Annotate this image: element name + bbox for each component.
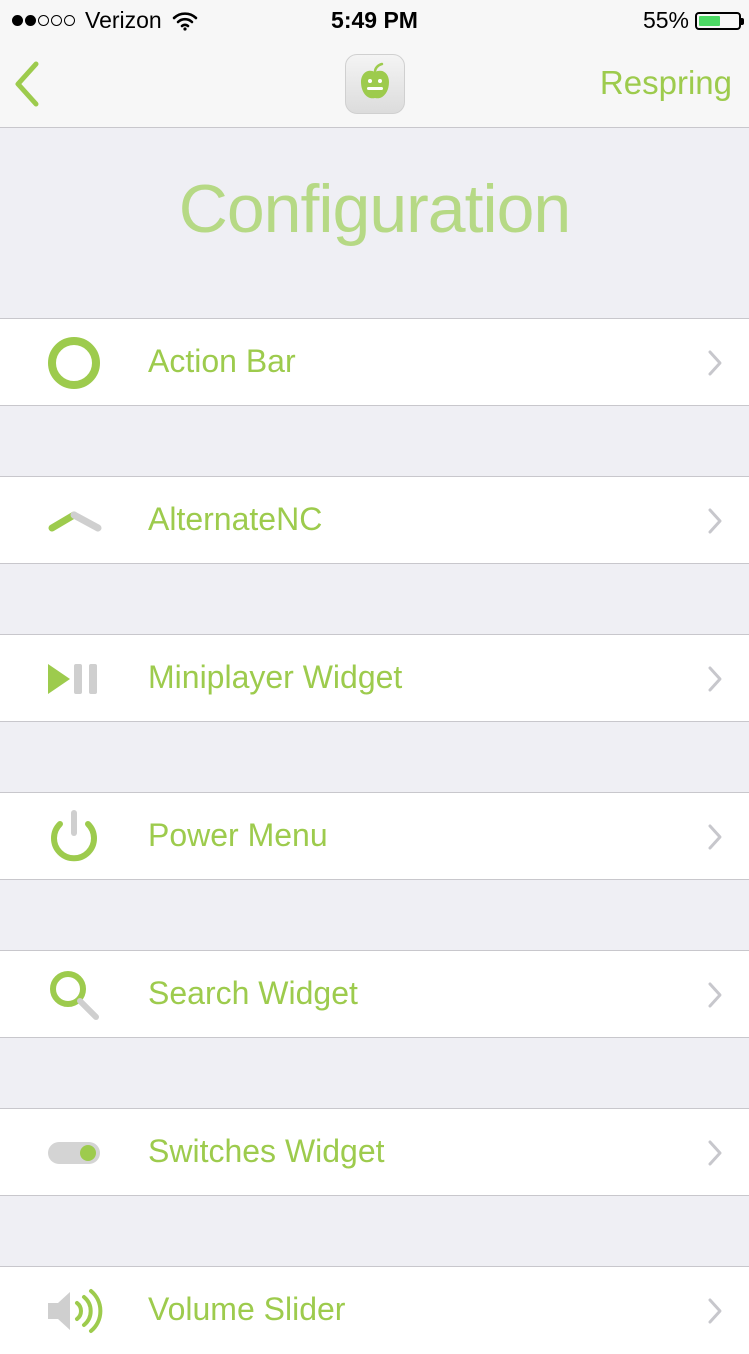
cell-miniplayer-widget[interactable]: Miniplayer Widget [0, 634, 749, 722]
cell-action-bar[interactable]: Action Bar [0, 318, 749, 406]
respring-button[interactable]: Respring [600, 64, 732, 102]
search-icon [50, 971, 99, 1020]
clock: 5:49 PM [331, 7, 418, 33]
chevron-right-icon [708, 666, 722, 692]
battery-icon [695, 11, 744, 30]
cell-volume-slider[interactable]: Volume Slider [0, 1266, 749, 1354]
cell-label: Switches Widget [148, 1133, 385, 1169]
cell-alternatenc[interactable]: AlternateNC [0, 476, 749, 564]
cell-switches-widget[interactable]: Switches Widget [0, 1108, 749, 1196]
cell-label: Miniplayer Widget [148, 659, 403, 695]
play-pause-icon [48, 664, 97, 694]
notch-toggle-icon [48, 511, 102, 532]
battery-percentage: 55% [642, 7, 689, 33]
chevron-right-icon [708, 1140, 722, 1166]
cell-label: Action Bar [148, 343, 296, 379]
cell-search-widget[interactable]: Search Widget [0, 950, 749, 1038]
cell-label: Power Menu [148, 817, 328, 853]
switch-icon [48, 1142, 100, 1164]
status-right: 55% [642, 7, 744, 34]
page-title: Configuration [178, 171, 571, 247]
power-icon [51, 810, 97, 862]
navigation-bar: Respring [0, 40, 749, 128]
cell-power-menu[interactable]: Power Menu [0, 792, 749, 880]
chevron-right-icon [708, 508, 722, 534]
chevron-right-icon [708, 1298, 722, 1324]
ring-icon [48, 337, 100, 389]
back-button[interactable] [10, 56, 58, 112]
cell-label: Volume Slider [148, 1291, 346, 1327]
chevron-right-icon [708, 824, 722, 850]
speaker-icon [48, 1289, 103, 1333]
status-bar: Verizon 5:49 PM 55% [0, 0, 749, 40]
tweak-logo-icon [345, 54, 405, 114]
cell-label: Search Widget [148, 975, 358, 1011]
cell-label: AlternateNC [148, 501, 323, 537]
chevron-right-icon [708, 350, 722, 376]
chevron-left-icon [15, 61, 39, 107]
chevron-right-icon [708, 982, 722, 1008]
battery-level-fill [699, 15, 720, 26]
